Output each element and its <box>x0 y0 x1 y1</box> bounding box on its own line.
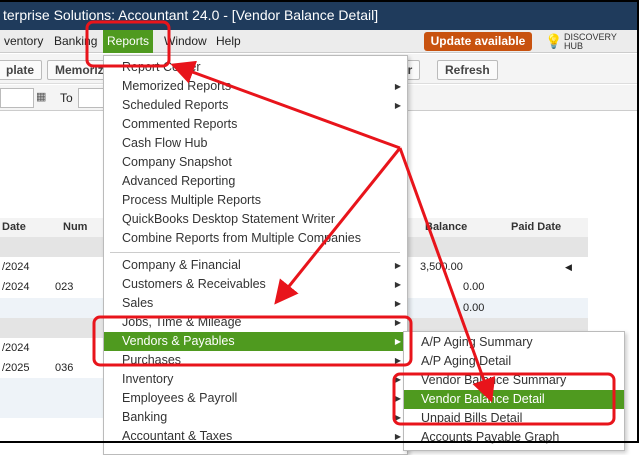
col-paid-date[interactable]: Paid Date <box>511 218 561 237</box>
menu-reports[interactable]: Reports <box>103 30 154 53</box>
row-pointer-icon: ◀ <box>565 262 572 272</box>
refresh-button[interactable]: Refresh <box>437 60 498 80</box>
menu-item-commented-reports[interactable]: Commented Reports <box>104 115 407 134</box>
item-label: Company Snapshot <box>122 155 232 169</box>
item-label: Combine Reports from Multiple Companies <box>122 231 361 245</box>
cell-num: 023 <box>55 281 74 293</box>
cell-date: /2024 <box>2 281 30 293</box>
menu-banking[interactable]: Banking <box>50 30 101 53</box>
submenu-arrow-icon: ▶ <box>394 280 401 289</box>
cell-date: /2025 <box>2 362 30 374</box>
menu-item-accountant-taxes[interactable]: Accountant & Taxes ▶ <box>104 427 407 446</box>
submenu-arrow-icon: ▶ <box>394 261 401 270</box>
menu-item-memorized-reports[interactable]: Memorized Reports ▶ <box>104 77 407 96</box>
submenu-arrow-icon: ▶ <box>394 337 401 346</box>
customize-template-button[interactable]: plate <box>0 60 43 80</box>
title-bar: terprise Solutions: Accountant 24.0 - [V… <box>0 0 639 30</box>
cell-balance: 0.00 <box>463 281 485 293</box>
submenu-arrow-icon: ▶ <box>394 356 401 365</box>
col-balance[interactable]: Balance <box>425 218 467 237</box>
menu-item-scheduled-reports[interactable]: Scheduled Reports ▶ <box>104 96 407 115</box>
item-label: Customers & Receivables <box>122 277 266 291</box>
item-label: Banking <box>122 410 168 424</box>
cell-date: /2024 <box>2 342 30 354</box>
cell-date: /2024 <box>2 261 30 273</box>
item-label: Sales <box>122 296 154 310</box>
cell-num: 036 <box>55 362 74 374</box>
submenu-arrow-icon: ▶ <box>394 432 401 441</box>
item-label: Inventory <box>122 372 174 386</box>
menu-item-combine-reports[interactable]: Combine Reports from Multiple Companies <box>104 229 407 248</box>
submenu-arrow-icon: ▶ <box>394 318 401 327</box>
item-label: Vendors & Payables <box>122 334 235 348</box>
item-label: Process Multiple Reports <box>122 193 261 207</box>
submenu-item-ap-aging-summary[interactable]: A/P Aging Summary <box>404 333 624 352</box>
menu-item-cash-flow-hub[interactable]: Cash Flow Hub <box>104 134 407 153</box>
reports-menu: Report Center Memorized Reports ▶ Schedul… <box>103 55 408 455</box>
memorize-button[interactable]: Memoriz <box>47 60 112 80</box>
submenu-arrow-icon: ▶ <box>394 394 401 403</box>
item-label: Memorized Reports <box>122 79 232 93</box>
submenu-arrow-icon: ▶ <box>394 413 401 422</box>
menu-inventory[interactable]: ventory <box>0 30 47 53</box>
cell-balance: 0.00 <box>463 302 485 314</box>
menu-item-vendors-payables[interactable]: Vendors & Payables ▶ <box>104 332 407 351</box>
item-label: Employees & Payroll <box>122 391 238 405</box>
item-label: Advanced Reporting <box>122 174 236 188</box>
menu-item-inventory[interactable]: Inventory ▶ <box>104 370 407 389</box>
menu-item-company-financial[interactable]: Company & Financial ▶ <box>104 256 407 275</box>
submenu-item-ap-aging-detail[interactable]: A/P Aging Detail <box>404 352 624 371</box>
menu-item-statement-writer[interactable]: QuickBooks Desktop Statement Writer <box>104 210 407 229</box>
menu-help[interactable]: Help <box>212 30 245 53</box>
item-label: QuickBooks Desktop Statement Writer <box>122 212 336 226</box>
item-label: Accountant & Taxes <box>122 429 233 443</box>
menu-item-banking[interactable]: Banking ▶ <box>104 408 407 427</box>
submenu-item-unpaid-bills-detail[interactable]: Unpaid Bills Detail <box>404 409 624 428</box>
submenu-item-vendor-balance-summary[interactable]: Vendor Balance Summary <box>404 371 624 390</box>
discovery-hub-button[interactable]: DISCOVERY HUB <box>540 31 635 52</box>
submenu-item-vendor-balance-detail[interactable]: Vendor Balance Detail <box>404 390 624 409</box>
menu-item-sales[interactable]: Sales ▶ <box>104 294 407 313</box>
menu-item-customers-receivables[interactable]: Customers & Receivables ▶ <box>104 275 407 294</box>
menu-item-company-snapshot[interactable]: Company Snapshot <box>104 153 407 172</box>
hub-label-2: HUB <box>564 41 584 51</box>
item-label: Company & Financial <box>122 258 241 272</box>
menu-item-jobs-time-mileage[interactable]: Jobs, Time & Mileage ▶ <box>104 313 407 332</box>
menu-item-process-multiple-reports[interactable]: Process Multiple Reports <box>104 191 407 210</box>
menu-separator <box>110 252 400 253</box>
item-label: Commented Reports <box>122 117 238 131</box>
to-label: To <box>60 91 73 105</box>
col-num[interactable]: Num <box>63 218 87 237</box>
window-title: terprise Solutions: Accountant 24.0 - [V… <box>3 7 379 23</box>
cell-balance: 3,500.00 <box>420 261 463 273</box>
menu-item-advanced-reporting[interactable]: Advanced Reporting <box>104 172 407 191</box>
item-label: Scheduled Reports <box>122 98 229 112</box>
menu-window[interactable]: Window <box>160 30 211 53</box>
submenu-item-accounts-payable-graph[interactable]: Accounts Payable Graph <box>404 428 624 447</box>
menu-item-purchases[interactable]: Purchases ▶ <box>104 351 407 370</box>
submenu-arrow-icon: ▶ <box>394 375 401 384</box>
item-label: Report Center <box>122 60 201 74</box>
menu-item-report-center[interactable]: Report Center <box>104 58 407 77</box>
item-label: Purchases <box>122 353 182 367</box>
submenu-arrow-icon: ▶ <box>394 299 401 308</box>
item-label: Jobs, Time & Mileage <box>122 315 242 329</box>
item-label: Cash Flow Hub <box>122 136 208 150</box>
submenu-arrow-icon: ▶ <box>394 82 401 91</box>
menu-item-employees-payroll[interactable]: Employees & Payroll ▶ <box>104 389 407 408</box>
calendar-icon[interactable]: ▦ <box>36 90 46 103</box>
submenu-arrow-icon: ▶ <box>394 101 401 110</box>
from-date-input[interactable] <box>0 88 34 108</box>
vendors-payables-submenu: A/P Aging Summary A/P Aging Detail Vendo… <box>403 331 625 451</box>
update-available-button[interactable]: Update available <box>424 32 532 51</box>
col-date[interactable]: Date <box>2 218 26 237</box>
